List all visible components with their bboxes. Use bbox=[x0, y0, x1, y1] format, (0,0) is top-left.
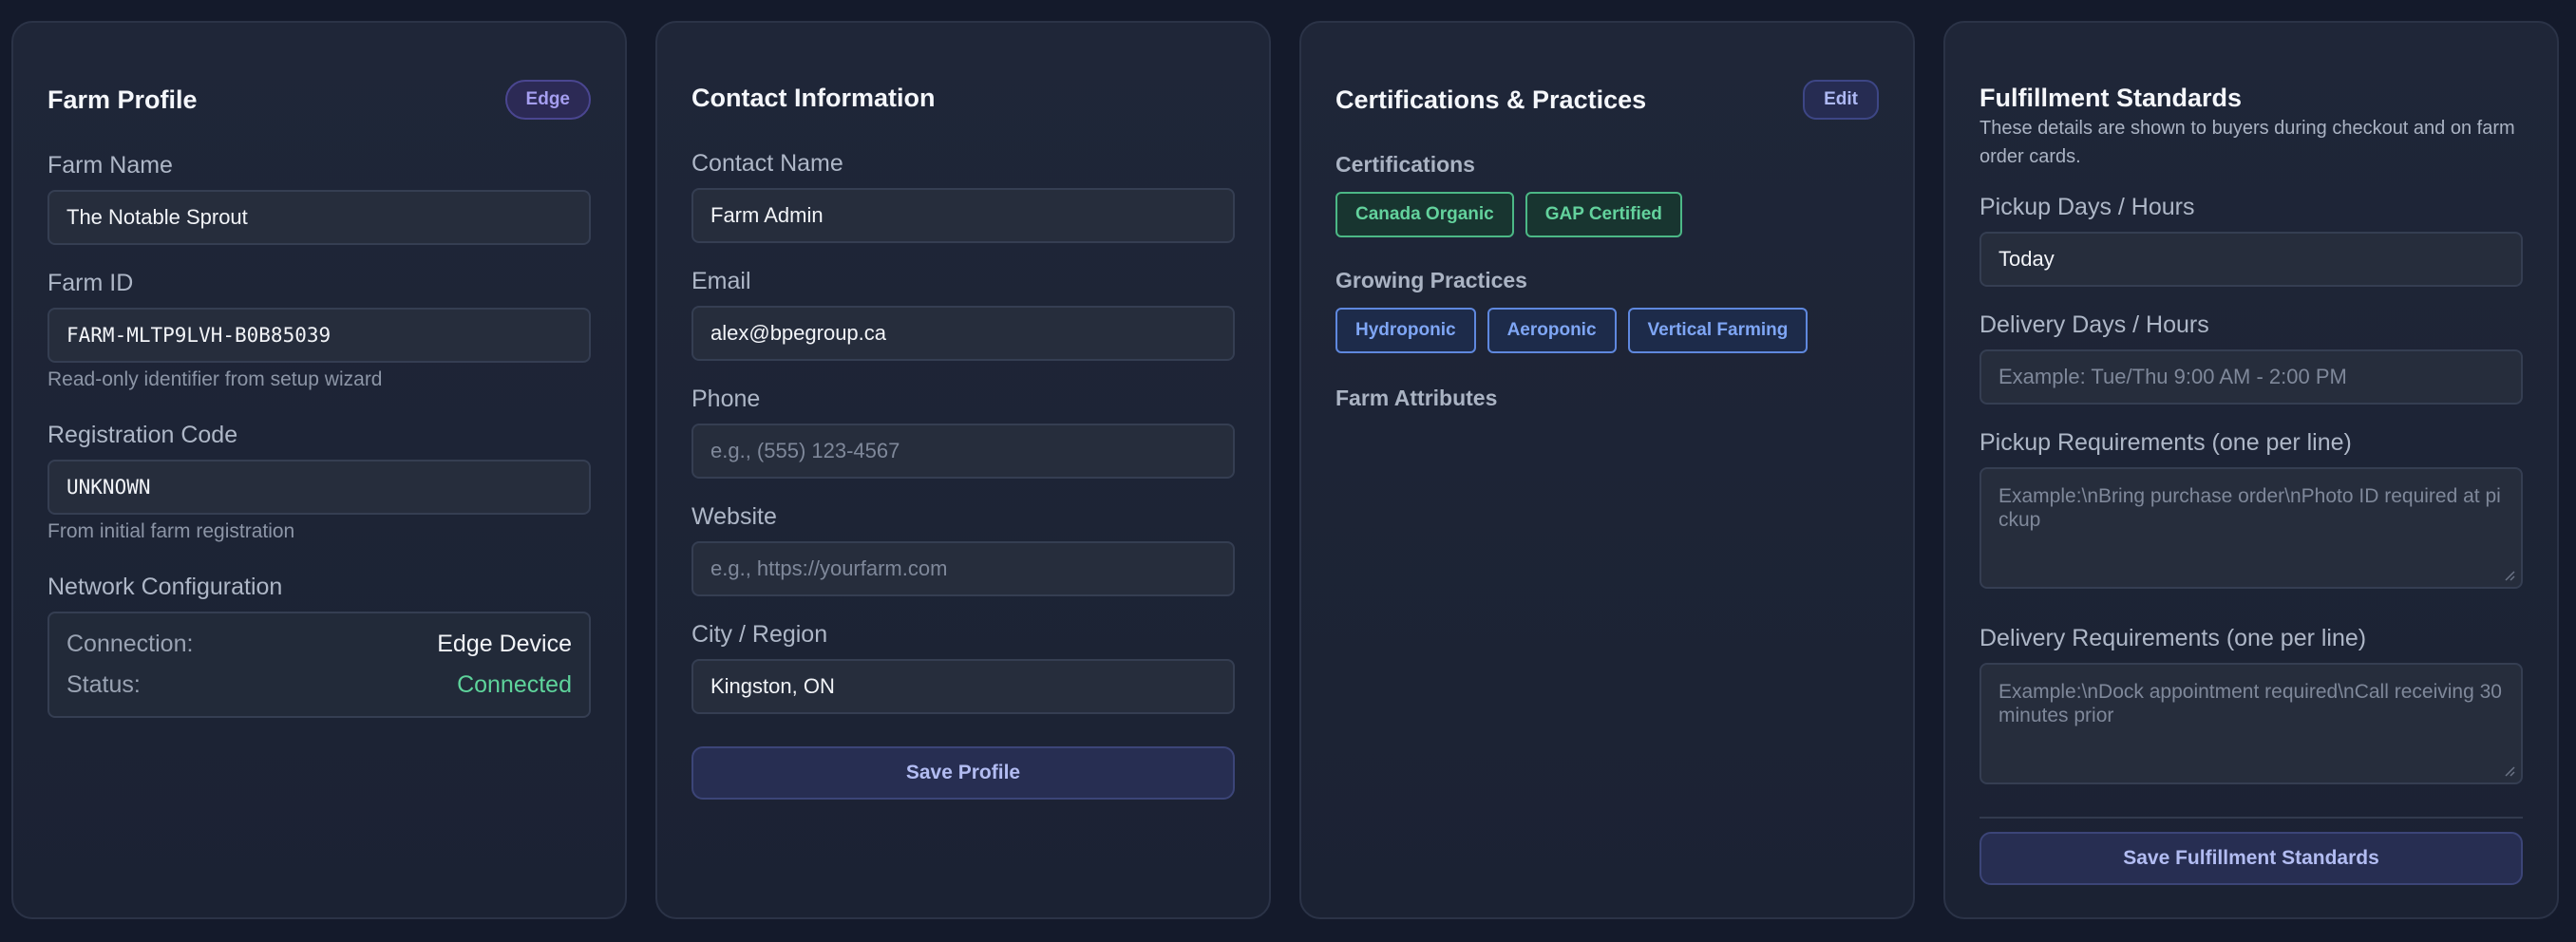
farm-name-field[interactable]: The Notable Sprout bbox=[47, 190, 591, 245]
connection-value: Edge Device bbox=[437, 631, 572, 657]
growing-practices-list: Hydroponic Aeroponic Vertical Farming bbox=[1335, 308, 1809, 353]
save-profile-button[interactable]: Save Profile bbox=[691, 746, 1235, 800]
registration-code-label: Registration Code bbox=[47, 422, 238, 448]
resize-handle-icon[interactable] bbox=[2504, 765, 2515, 777]
practice-chip: Hydroponic bbox=[1335, 308, 1476, 353]
contact-name-label: Contact Name bbox=[691, 150, 843, 177]
network-config-box: Connection: Edge Device Status: Connecte… bbox=[47, 612, 591, 718]
delivery-requirements-label: Delivery Requirements (one per line) bbox=[1979, 625, 2367, 651]
connection-row: Connection: Edge Device bbox=[66, 631, 572, 658]
pickup-hours-label: Pickup Days / Hours bbox=[1979, 194, 2195, 220]
contact-info-title: Contact Information bbox=[691, 84, 936, 112]
phone-field[interactable]: e.g., (555) 123-4567 bbox=[691, 424, 1235, 479]
fulfillment-divider bbox=[1979, 817, 2523, 819]
farm-id-field: FARM-MLTP9LVH-B0B85039 bbox=[47, 308, 591, 363]
save-fulfillment-button[interactable]: Save Fulfillment Standards bbox=[1979, 832, 2523, 885]
pickup-requirements-placeholder: Example:\nBring purchase order\nPhoto ID… bbox=[1998, 485, 2501, 531]
status-row: Status: Connected bbox=[66, 671, 572, 699]
delivery-requirements-textarea[interactable]: Example:\nDock appointment required\nCal… bbox=[1979, 663, 2523, 784]
certifications-card: Certifications & Practices Edit Certific… bbox=[1299, 21, 1915, 919]
farm-attributes-label: Farm Attributes bbox=[1335, 386, 1498, 410]
registration-code-field: UNKNOWN bbox=[47, 460, 591, 515]
contact-info-card: Contact Information Contact Name Farm Ad… bbox=[655, 21, 1271, 919]
settings-board: Farm Profile Edge Farm Name The Notable … bbox=[0, 0, 2576, 942]
pickup-hours-field[interactable]: Today bbox=[1979, 232, 2523, 287]
city-region-label: City / Region bbox=[691, 621, 828, 648]
certifications-label: Certifications bbox=[1335, 152, 1475, 177]
delivery-requirements-placeholder: Example:\nDock appointment required\nCal… bbox=[1998, 681, 2502, 726]
connection-key: Connection: bbox=[66, 631, 194, 657]
delivery-hours-field[interactable]: Example: Tue/Thu 9:00 AM - 2:00 PM bbox=[1979, 349, 2523, 405]
practice-chip: Aeroponic bbox=[1487, 308, 1617, 353]
registration-code-helper: From initial farm registration bbox=[47, 520, 295, 542]
resize-handle-icon[interactable] bbox=[2504, 570, 2515, 581]
delivery-hours-label: Delivery Days / Hours bbox=[1979, 311, 2209, 338]
certification-chip: GAP Certified bbox=[1525, 192, 1682, 237]
farm-id-label: Farm ID bbox=[47, 270, 134, 296]
city-region-field[interactable]: Kingston, ON bbox=[691, 659, 1235, 714]
pickup-requirements-label: Pickup Requirements (one per line) bbox=[1979, 429, 2352, 456]
fulfillment-description: These details are shown to buyers during… bbox=[1979, 118, 2515, 167]
phone-label: Phone bbox=[691, 386, 761, 412]
network-config-label: Network Configuration bbox=[47, 574, 283, 600]
fulfillment-title: Fulfillment Standards bbox=[1979, 84, 2243, 112]
email-label: Email bbox=[691, 268, 751, 294]
pickup-requirements-textarea[interactable]: Example:\nBring purchase order\nPhoto ID… bbox=[1979, 467, 2523, 589]
certifications-list: Canada Organic GAP Certified bbox=[1335, 192, 1682, 237]
email-field[interactable]: alex@bpegroup.ca bbox=[691, 306, 1235, 361]
growing-practices-label: Growing Practices bbox=[1335, 268, 1527, 292]
edge-badge[interactable]: Edge bbox=[504, 80, 591, 120]
farm-id-helper: Read-only identifier from setup wizard bbox=[47, 368, 383, 390]
edit-certifications-button[interactable]: Edit bbox=[1803, 80, 1879, 120]
fulfillment-card: Fulfillment Standards These details are … bbox=[1943, 21, 2559, 919]
farm-name-label: Farm Name bbox=[47, 152, 173, 179]
practice-chip: Vertical Farming bbox=[1627, 308, 1809, 353]
website-field[interactable]: e.g., https://yourfarm.com bbox=[691, 541, 1235, 596]
farm-profile-title: Farm Profile bbox=[47, 85, 198, 114]
certification-chip: Canada Organic bbox=[1335, 192, 1514, 237]
contact-name-field[interactable]: Farm Admin bbox=[691, 188, 1235, 243]
status-value: Connected bbox=[457, 671, 572, 698]
status-key: Status: bbox=[66, 671, 141, 698]
certifications-title: Certifications & Practices bbox=[1335, 85, 1647, 114]
website-label: Website bbox=[691, 503, 777, 530]
farm-profile-card: Farm Profile Edge Farm Name The Notable … bbox=[11, 21, 627, 919]
